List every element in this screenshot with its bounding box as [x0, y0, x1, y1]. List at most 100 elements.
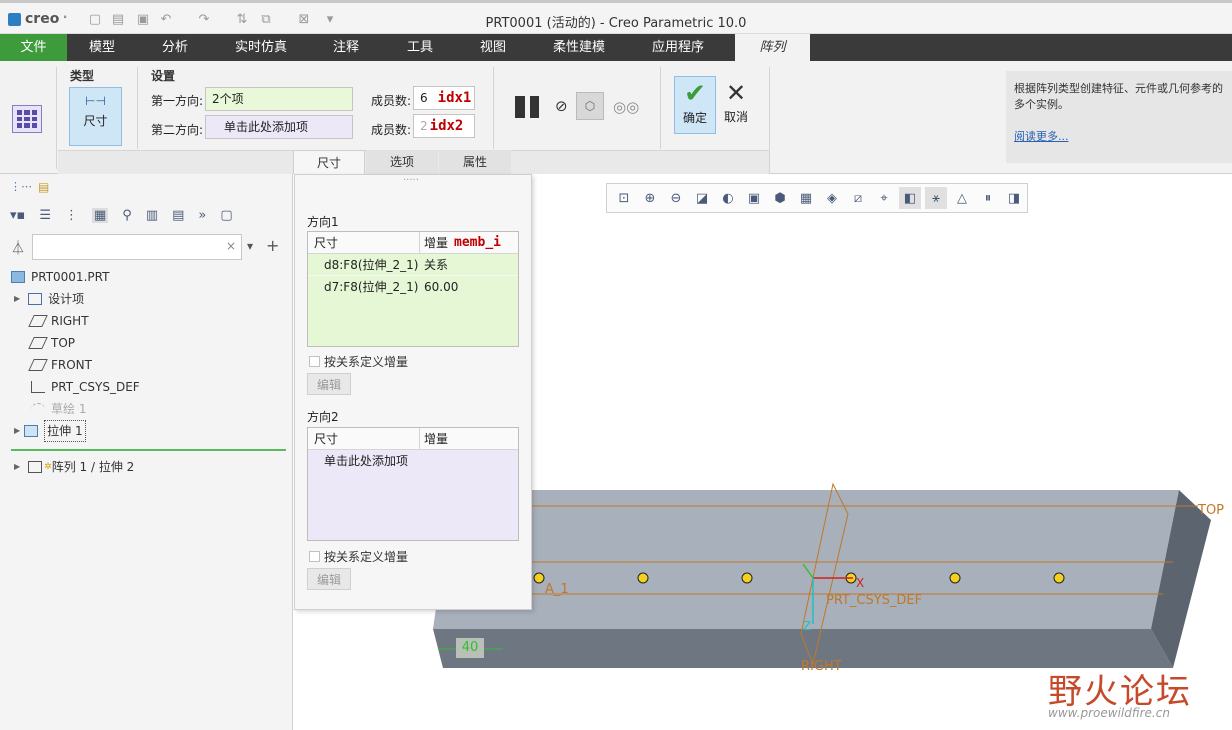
- edit-button-1[interactable]: 编辑: [307, 373, 351, 395]
- members2-input[interactable]: 2 idx2: [413, 114, 475, 138]
- table-row[interactable]: d8:F8(拉伸_2_1) 关系: [308, 254, 518, 276]
- notes-icon[interactable]: ▢: [220, 208, 232, 223]
- ok-button[interactable]: ✔ 确定: [674, 76, 716, 134]
- tab-annotate[interactable]: 注释: [309, 34, 383, 61]
- tab-live-simulation[interactable]: 实时仿真: [213, 34, 309, 61]
- tab-view[interactable]: 视图: [457, 34, 529, 61]
- tree-item-pattern[interactable]: ▶ ✲ 阵列 1 / 拉伸 2: [14, 457, 134, 477]
- dir1-collector[interactable]: 2个项: [205, 87, 353, 111]
- cancel-button[interactable]: ✕ 取消: [720, 76, 752, 134]
- relation-increment-checkbox-1[interactable]: 按关系定义增量: [309, 353, 408, 370]
- annotation-display-icon[interactable]: ⌖: [873, 187, 895, 209]
- z-axis-label: Z: [803, 619, 812, 633]
- hole-6[interactable]: [1053, 572, 1065, 584]
- subtab-options[interactable]: 选项: [366, 150, 438, 174]
- separator: [660, 67, 661, 149]
- check-icon: ✔: [684, 79, 706, 109]
- record-icon[interactable]: ◨: [1003, 187, 1025, 209]
- search-dropdown-icon[interactable]: ▾: [247, 239, 253, 253]
- hole-2[interactable]: [637, 572, 649, 584]
- members1-input[interactable]: 6 idx1: [413, 86, 475, 110]
- folder-browser-tab-icon[interactable]: ▤: [38, 180, 49, 194]
- hole-3[interactable]: [741, 572, 753, 584]
- checkbox[interactable]: [309, 551, 320, 562]
- tab-file[interactable]: 文件: [0, 34, 67, 61]
- filter-icon[interactable]: ⏃: [11, 238, 25, 258]
- hole-5[interactable]: [949, 572, 961, 584]
- model-tree-tab-icon[interactable]: ⋮⋯: [10, 180, 32, 193]
- datum-display-icon[interactable]: ⧄: [847, 187, 869, 209]
- view-manager-icon[interactable]: ⬢: [769, 187, 791, 209]
- display-style-icon[interactable]: ◐: [717, 187, 739, 209]
- section-icon[interactable]: ◈: [821, 187, 843, 209]
- expand-icon[interactable]: ▶: [14, 421, 20, 441]
- top-datum-label[interactable]: TOP: [1198, 503, 1224, 518]
- direction1-table[interactable]: 尺寸 增量 memb_i d8:F8(拉伸_2_1) 关系 d7:F8(拉伸_2_…: [307, 231, 519, 347]
- insert-indicator[interactable]: [11, 449, 286, 451]
- verify-geometry-icon[interactable]: ⬡: [576, 92, 604, 120]
- tree-item-sketch[interactable]: 草绘 1: [31, 399, 86, 419]
- checkbox[interactable]: [309, 356, 320, 367]
- axis-label[interactable]: A_1: [545, 582, 569, 597]
- edit-button-2[interactable]: 编辑: [307, 568, 351, 590]
- settings-filter-icon[interactable]: ⚲: [122, 208, 132, 223]
- relation-increment-checkbox-2[interactable]: 按关系定义增量: [309, 548, 408, 565]
- spin-center-icon[interactable]: ◧: [899, 187, 921, 209]
- tree-item-front[interactable]: FRONT: [28, 355, 92, 375]
- pause-regen-icon[interactable]: ⏸: [977, 187, 999, 209]
- tree-item-extrude-1[interactable]: ▶ 拉伸 1: [14, 420, 86, 442]
- tab-analysis[interactable]: 分析: [137, 34, 213, 61]
- zoom-out-icon[interactable]: ⊖: [665, 187, 687, 209]
- tree-columns-icon[interactable]: ⋮: [65, 208, 78, 223]
- tab-applications[interactable]: 应用程序: [629, 34, 727, 61]
- pattern-type-icon[interactable]: [12, 105, 42, 133]
- tree-filter-grid-icon[interactable]: ▦: [92, 208, 109, 223]
- expand-icon[interactable]: ▶: [14, 457, 20, 477]
- no-preview-icon[interactable]: ⊘: [555, 97, 568, 115]
- tree-search-input[interactable]: ×: [32, 234, 242, 260]
- dir2-collector[interactable]: 单击此处添加项: [205, 115, 353, 139]
- tree-item-csys[interactable]: PRT_CSYS_DEF: [31, 377, 140, 397]
- preview-glasses-icon[interactable]: ◎◎: [613, 98, 639, 116]
- saved-views-icon[interactable]: ▣: [743, 187, 765, 209]
- direction2-table[interactable]: 尺寸 增量 单击此处添加项: [307, 427, 519, 541]
- perspective-icon[interactable]: ▦: [795, 187, 817, 209]
- csys-display-icon[interactable]: ⚹: [925, 187, 947, 209]
- tab-model[interactable]: 模型: [67, 34, 137, 61]
- csys-label[interactable]: PRT_CSYS_DEF: [826, 593, 922, 608]
- clear-icon[interactable]: ×: [226, 239, 236, 253]
- read-more-link[interactable]: 阅读更多...: [1014, 129, 1232, 145]
- table-row[interactable]: d7:F8(拉伸_2_1) 60.00: [308, 276, 518, 298]
- refit-icon[interactable]: ⊡: [613, 187, 635, 209]
- appearance-icon[interactable]: △: [951, 187, 973, 209]
- pause-icon[interactable]: [515, 96, 539, 118]
- direction2-title: 方向2: [307, 410, 339, 424]
- subtab-dimensions[interactable]: 尺寸: [293, 150, 365, 174]
- separator: [137, 67, 138, 149]
- details-icon[interactable]: ▤: [172, 208, 184, 223]
- repaint-icon[interactable]: ◪: [691, 187, 713, 209]
- add-item-placeholder[interactable]: 单击此处添加项: [308, 450, 518, 472]
- more-icon[interactable]: »: [198, 208, 206, 223]
- window-title: PRT0001 (活动的) - Creo Parametric 10.0: [485, 16, 747, 31]
- dimension-type-button[interactable]: ⊢⊣ 尺寸: [69, 87, 122, 146]
- tree-list-icon[interactable]: ☰: [39, 208, 51, 223]
- add-icon[interactable]: +: [266, 236, 279, 255]
- tab-tools[interactable]: 工具: [383, 34, 457, 61]
- layers-icon[interactable]: ▥: [146, 208, 158, 223]
- tree-item-part[interactable]: PRT0001.PRT: [11, 267, 109, 287]
- show-icon[interactable]: ▾▪: [10, 208, 25, 223]
- subtab-properties[interactable]: 属性: [439, 150, 511, 174]
- expand-icon[interactable]: ▶: [14, 289, 20, 309]
- tree-item-top[interactable]: TOP: [28, 333, 75, 353]
- tab-flexible-modeling[interactable]: 柔性建模: [529, 34, 629, 61]
- tab-pattern[interactable]: 阵列: [735, 34, 810, 61]
- help-box: 根据阵列类型创建特征、元件或几何参考的多个实例。 阅读更多...: [1006, 71, 1232, 163]
- tree-item-design-items[interactable]: ▶ 设计项: [14, 289, 84, 309]
- grip-handle[interactable]: ·····: [403, 175, 419, 186]
- zoom-in-icon[interactable]: ⊕: [639, 187, 661, 209]
- right-datum-label[interactable]: RIGHT: [801, 659, 842, 674]
- dimension-value[interactable]: 40: [456, 638, 484, 658]
- tree-item-right[interactable]: RIGHT: [28, 311, 89, 331]
- hole-1[interactable]: [533, 572, 545, 584]
